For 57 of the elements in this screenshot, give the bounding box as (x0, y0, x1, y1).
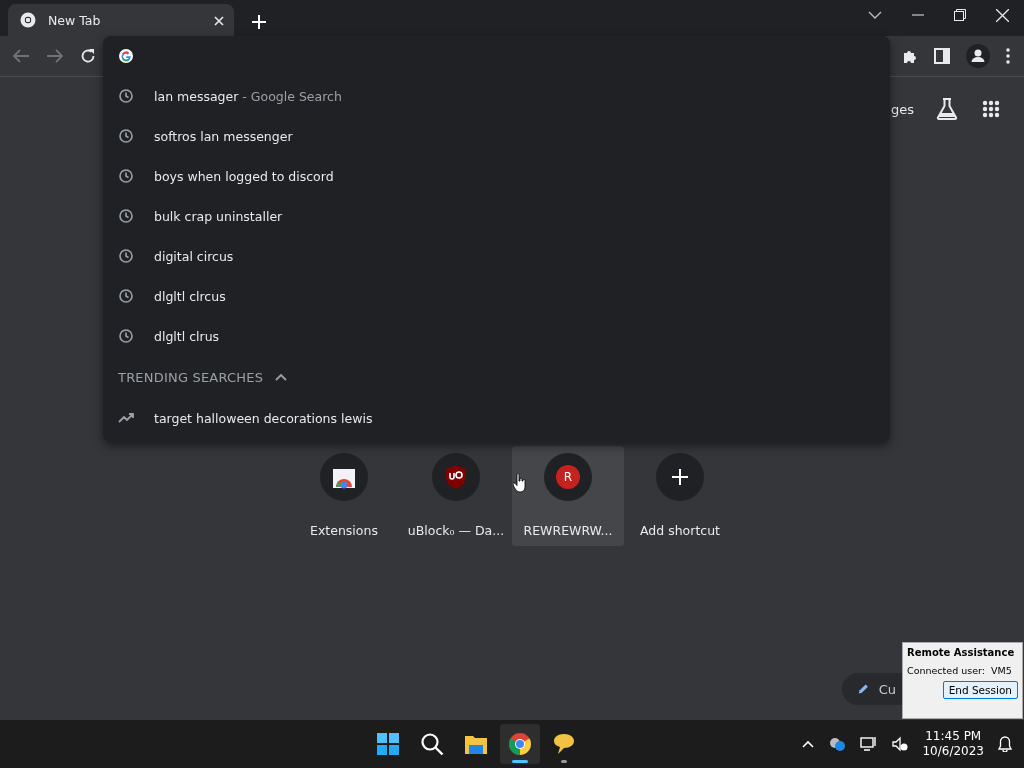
taskbar-clock[interactable]: 11:45 PM 10/6/2023 (922, 729, 984, 759)
shortcut-tile[interactable]: Extensions (288, 446, 400, 546)
close-icon[interactable] (996, 8, 1009, 22)
clock-icon (118, 208, 134, 224)
clock-icon (118, 88, 134, 104)
pencil-icon (858, 682, 869, 696)
forward-arrow-icon[interactable] (46, 48, 64, 64)
shield-icon (444, 464, 468, 490)
suggestion-item[interactable]: lan messager - Google Search (103, 76, 890, 116)
browser-logo-icon (508, 732, 533, 756)
suggestion-item[interactable]: dlgltl clrcus (103, 276, 890, 316)
browser-tab[interactable]: New Tab (8, 4, 234, 36)
clock-icon (118, 128, 134, 144)
clock-icon (118, 168, 134, 184)
more-menu-icon[interactable] (1006, 48, 1010, 64)
suggestion-item[interactable]: digital circus (103, 236, 890, 276)
site-letter-icon: R (556, 465, 580, 489)
images-link[interactable]: ges (890, 101, 914, 117)
chevron-down-icon[interactable] (868, 11, 882, 19)
profile-avatar-icon[interactable] (966, 44, 990, 68)
apps-grid-icon[interactable] (982, 100, 1000, 118)
reload-icon[interactable] (80, 48, 96, 64)
shortcut-tile[interactable]: Add shortcut (624, 446, 736, 546)
bell-icon[interactable] (998, 736, 1012, 752)
chevron-up-icon (275, 373, 288, 381)
muted-speaker-icon[interactable] (892, 736, 909, 752)
hand-cursor-icon (513, 473, 527, 493)
network-monitor-icon[interactable] (860, 736, 879, 752)
back-arrow-icon[interactable] (12, 48, 30, 64)
section-heading: TRENDING SEARCHES (118, 369, 264, 385)
side-panel-icon[interactable] (934, 48, 950, 64)
puzzle-piece-icon[interactable] (902, 48, 918, 64)
flask-icon[interactable] (936, 98, 958, 120)
chevron-up-icon[interactable] (802, 740, 815, 748)
end-session-button[interactable]: End Session (942, 681, 1018, 699)
browser-logo-icon (20, 12, 36, 28)
clock-icon (118, 328, 134, 344)
windows-logo-icon (376, 732, 401, 756)
clock-icon (118, 248, 134, 264)
suggestion-item[interactable]: bulk crap uninstaller (103, 196, 890, 236)
suggestion-item[interactable]: boys when logged to discord (103, 156, 890, 196)
speech-bubble-icon (552, 732, 577, 756)
clock-icon (118, 288, 134, 304)
restore-icon[interactable] (954, 9, 966, 21)
suggestion-item[interactable]: dlgltl clrus (103, 316, 890, 356)
suggestion-item[interactable]: target halloween decorations lewis (103, 398, 890, 438)
search-icon (420, 732, 445, 756)
shortcut-tile[interactable]: R REWREWRW... (512, 446, 624, 546)
dialog-title: Remote Assistance (907, 646, 1016, 660)
connected-user-text: Connected user: VM5 (907, 665, 1013, 676)
plus-icon (672, 469, 688, 485)
cloud-icon[interactable] (828, 736, 847, 752)
shortcut-tile[interactable]: uBlock₀ — Da... (400, 446, 512, 546)
suggestion-item[interactable]: softros lan messenger (103, 116, 890, 156)
customize-button[interactable]: Cu (842, 673, 902, 705)
google-logo-icon (118, 48, 134, 64)
taskbar-app-button[interactable] (500, 724, 541, 764)
